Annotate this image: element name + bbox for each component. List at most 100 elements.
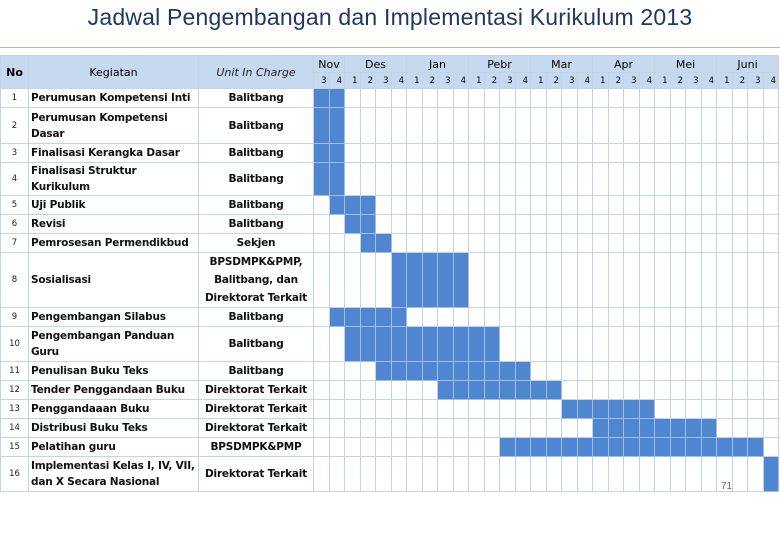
gantt-empty-cell xyxy=(716,380,733,400)
gantt-empty-cell xyxy=(576,143,593,163)
gantt-empty-cell xyxy=(545,456,562,492)
gantt-bar-cell xyxy=(576,437,593,457)
gantt-empty-cell xyxy=(592,162,609,196)
gantt-empty-cell xyxy=(313,233,330,253)
gantt-empty-cell xyxy=(576,307,593,327)
gantt-empty-cell xyxy=(762,418,779,438)
gantt-bar-cell xyxy=(654,437,671,457)
header-week: 1 xyxy=(716,72,733,89)
gantt-empty-cell xyxy=(762,143,779,163)
gantt-empty-cell xyxy=(421,380,438,400)
header-kegiatan: Kegiatan xyxy=(28,55,199,89)
gantt-empty-cell xyxy=(762,214,779,234)
gantt-empty-cell xyxy=(328,326,345,362)
gantt-empty-cell xyxy=(716,195,733,215)
gantt-empty-cell xyxy=(685,380,702,400)
gantt-empty-cell xyxy=(483,88,500,108)
gantt-empty-cell xyxy=(762,107,779,144)
gantt-bar-cell xyxy=(623,418,640,438)
gantt-empty-cell xyxy=(700,195,717,215)
gantt-empty-cell xyxy=(623,252,640,308)
gantt-empty-cell xyxy=(313,380,330,400)
gantt-empty-cell xyxy=(530,456,547,492)
gantt-empty-cell xyxy=(328,418,345,438)
gantt-empty-cell xyxy=(483,143,500,163)
gantt-empty-cell xyxy=(716,399,733,419)
gantt-empty-cell xyxy=(468,307,485,327)
gantt-empty-cell xyxy=(700,214,717,234)
gantt-empty-cell xyxy=(654,252,671,308)
gantt-empty-cell xyxy=(592,307,609,327)
gantt-empty-cell xyxy=(328,361,345,381)
gantt-empty-cell xyxy=(561,214,578,234)
gantt-empty-cell xyxy=(576,456,593,492)
gantt-empty-cell xyxy=(421,418,438,438)
gantt-bar-cell xyxy=(406,361,423,381)
gantt-empty-cell xyxy=(561,252,578,308)
gantt-empty-cell xyxy=(576,252,593,308)
row-number: 14 xyxy=(0,418,29,438)
gantt-bar-cell xyxy=(561,437,578,457)
header-week: 1 xyxy=(592,72,609,89)
gantt-bar-cell xyxy=(499,361,516,381)
gantt-bar-cell xyxy=(313,143,330,163)
activity-name: Finalisasi Kerangka Dasar xyxy=(28,143,199,163)
gantt-bar-cell xyxy=(390,307,407,327)
gantt-empty-cell xyxy=(421,456,438,492)
gantt-empty-cell xyxy=(437,143,454,163)
unit-in-charge: Balitbang xyxy=(198,307,314,327)
gantt-empty-cell xyxy=(483,456,500,492)
header-week: 1 xyxy=(530,72,547,89)
row-number: 6 xyxy=(0,214,29,234)
gantt-bar-cell xyxy=(437,326,454,362)
row-number: 4 xyxy=(0,162,29,196)
gantt-bar-cell xyxy=(731,437,748,457)
gantt-empty-cell xyxy=(390,143,407,163)
gantt-empty-cell xyxy=(344,399,361,419)
gantt-bar-cell xyxy=(313,107,330,144)
gantt-empty-cell xyxy=(328,456,345,492)
gantt-empty-cell xyxy=(344,418,361,438)
unit-in-charge: Balitbang xyxy=(198,162,314,196)
gantt-empty-cell xyxy=(685,307,702,327)
gantt-empty-cell xyxy=(747,380,764,400)
header-month: Apr xyxy=(592,55,655,73)
header-month: Des xyxy=(344,55,407,73)
gantt-empty-cell xyxy=(530,107,547,144)
activity-name: Uji Publik xyxy=(28,195,199,215)
gantt-empty-cell xyxy=(328,380,345,400)
gantt-bar-cell xyxy=(592,437,609,457)
gantt-empty-cell xyxy=(499,418,516,438)
gantt-empty-cell xyxy=(561,233,578,253)
gantt-empty-cell xyxy=(421,162,438,196)
gantt-empty-cell xyxy=(437,437,454,457)
gantt-empty-cell xyxy=(468,195,485,215)
gantt-bar-cell xyxy=(313,88,330,108)
gantt-empty-cell xyxy=(669,162,686,196)
table-row: 1 Perumusan Kompetensi Inti Balitbang xyxy=(0,88,779,108)
gantt-empty-cell xyxy=(483,252,500,308)
gantt-empty-cell xyxy=(731,307,748,327)
gantt-empty-cell xyxy=(576,418,593,438)
gantt-bar-cell xyxy=(654,418,671,438)
header-week: 2 xyxy=(607,72,624,89)
gantt-bar-cell xyxy=(685,437,702,457)
gantt-empty-cell xyxy=(762,399,779,419)
gantt-empty-cell xyxy=(576,380,593,400)
gantt-empty-cell xyxy=(421,399,438,419)
gantt-empty-cell xyxy=(638,195,655,215)
gantt-empty-cell xyxy=(561,361,578,381)
gantt-empty-cell xyxy=(499,143,516,163)
gantt-empty-cell xyxy=(514,143,531,163)
gantt-empty-cell xyxy=(576,195,593,215)
gantt-empty-cell xyxy=(561,162,578,196)
gantt-empty-cell xyxy=(731,195,748,215)
gantt-empty-cell xyxy=(483,437,500,457)
header-week: 1 xyxy=(468,72,485,89)
gantt-empty-cell xyxy=(623,307,640,327)
gantt-empty-cell xyxy=(607,380,624,400)
gantt-empty-cell xyxy=(762,162,779,196)
gantt-empty-cell xyxy=(638,456,655,492)
gantt-empty-cell xyxy=(576,361,593,381)
gantt-empty-cell xyxy=(452,307,469,327)
